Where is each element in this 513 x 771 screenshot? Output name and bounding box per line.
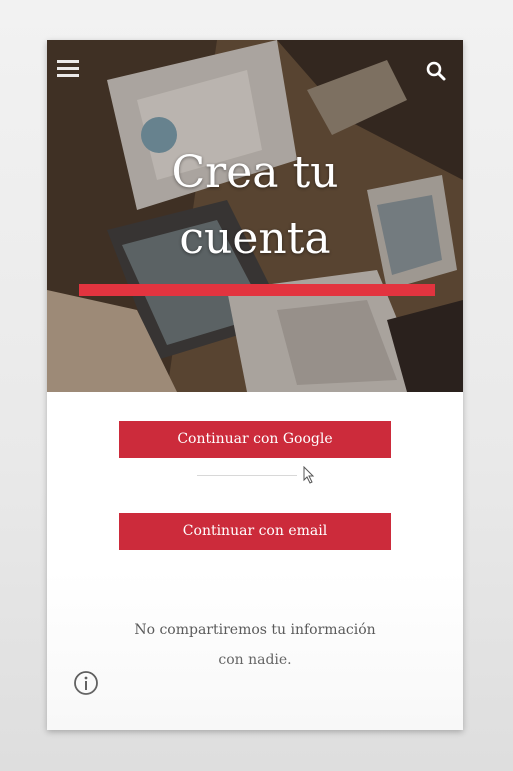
mobile-screen: Crea tu cuenta Continuar con Google Cont… [47, 40, 463, 730]
info-icon[interactable] [73, 670, 99, 696]
continue-with-email-button[interactable]: Continuar con email [119, 513, 391, 550]
continue-with-google-button[interactable]: Continuar con Google [119, 421, 391, 458]
mouse-pointer-icon [303, 466, 315, 484]
page-title-line-2: cuenta [179, 213, 331, 264]
hero-banner: Crea tu cuenta [47, 40, 463, 392]
search-icon[interactable] [425, 60, 447, 82]
page-title: Crea tu cuenta [47, 140, 463, 272]
hamburger-menu-icon[interactable] [57, 60, 79, 77]
divider-line [197, 475, 297, 476]
privacy-notice-line-1: No compartiremos tu información [134, 622, 376, 638]
title-accent-bar [79, 284, 435, 296]
page-title-line-1: Crea tu [171, 147, 339, 198]
privacy-notice-line-2: con nadie. [218, 652, 292, 668]
privacy-notice: No compartiremos tu información con nadi… [77, 615, 433, 675]
